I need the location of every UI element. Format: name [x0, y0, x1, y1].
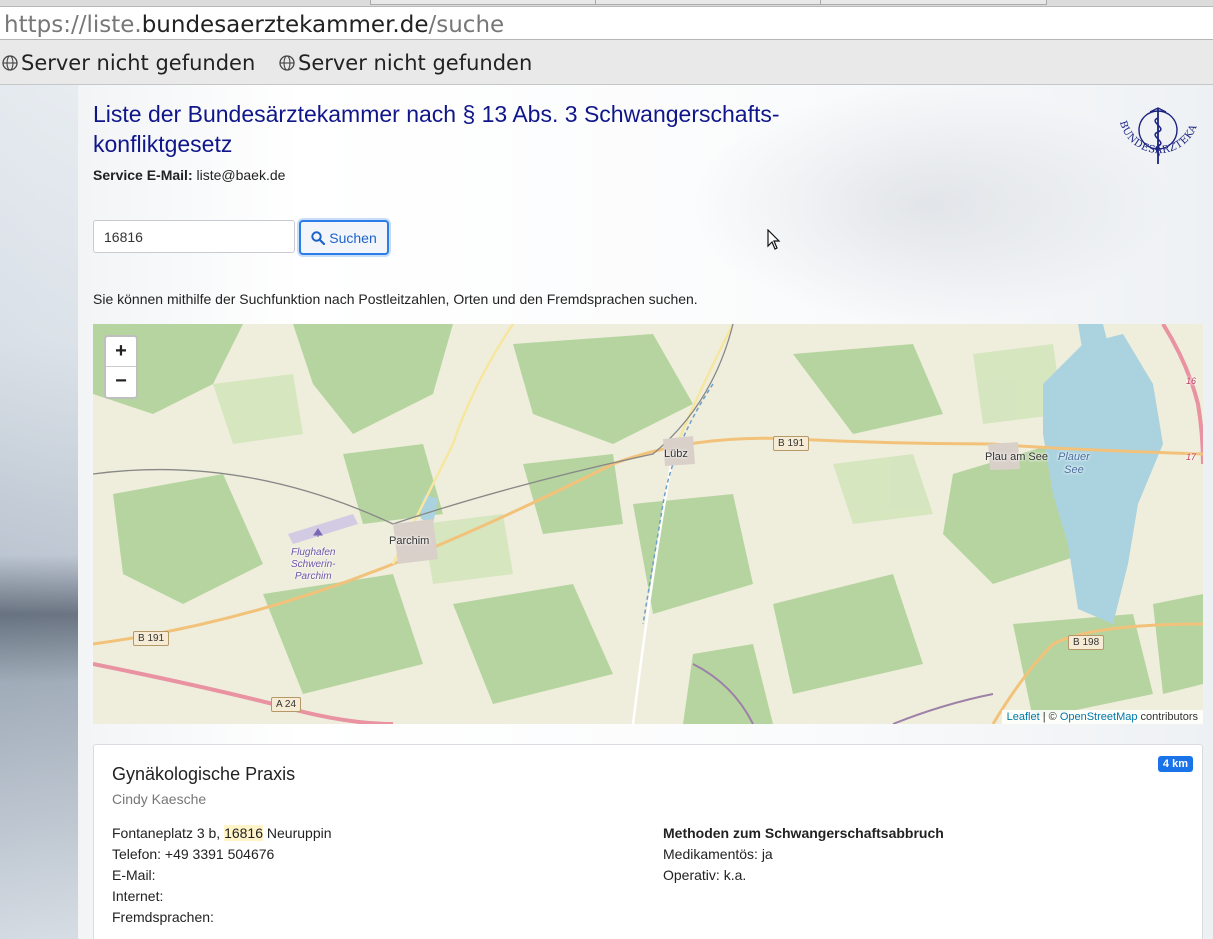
phone: Telefon: +49 3391 504676 [112, 846, 275, 862]
bookmark-label: Server nicht gefunden [21, 51, 256, 75]
airport-name-3: Parchim [294, 571, 332, 582]
road-shield: B 191 [773, 436, 810, 451]
result-card: 4 km Gynäkologische Praxis Cindy Kaesche… [93, 744, 1203, 939]
bookmark-item[interactable]: Server nicht gefunden [2, 51, 255, 75]
globe-icon [2, 55, 18, 71]
address-city: Neuruppin [263, 825, 332, 841]
distance-badge: 4 km [1157, 756, 1193, 772]
lake-name-2: See [1064, 464, 1084, 476]
road-shield: B 191 [133, 631, 170, 646]
page-title: Liste der Bundesärztekammer nach § 13 Ab… [93, 101, 780, 157]
map-label-lake: Plauer See [1058, 451, 1090, 477]
search-hint: Sie können mithilfe der Suchfunktion nac… [93, 291, 698, 307]
url-text[interactable]: https://liste.bundesaerztekammer.de/such… [4, 12, 504, 38]
search-button[interactable]: Suchen [299, 220, 389, 255]
email-label: E-Mail: [112, 867, 156, 883]
search-icon [311, 230, 326, 245]
method-surgical: Operativ: k.a. [663, 867, 747, 883]
methods-title: Methoden zum Schwangerschaftsabbruch [663, 825, 944, 841]
road-shield: B 198 [1068, 635, 1105, 650]
mouse-cursor-icon [767, 229, 781, 250]
road-exit-label: 16 [1186, 376, 1197, 386]
search-input[interactable] [93, 220, 295, 253]
attribution-separator: | © [1039, 711, 1060, 723]
languages-label: Fremdsprachen: [112, 909, 214, 925]
bookmarks-bar: Server nicht gefunden Server nicht gefun… [0, 40, 1213, 85]
browser-tab[interactable] [370, 0, 597, 5]
address-street: Fontaneplatz 3 b, [112, 825, 225, 841]
osm-link[interactable]: OpenStreetMap [1060, 711, 1138, 723]
tab-strip [0, 0, 1213, 7]
service-email: Service E-Mail: liste@baek.de [93, 167, 285, 183]
leaflet-link[interactable]: Leaflet [1007, 711, 1040, 723]
airport-name-2: Schwerin- [291, 559, 336, 570]
method-medical: Medikamentös: ja [663, 846, 773, 862]
globe-icon [279, 55, 295, 71]
lake-name-1: Plauer [1058, 451, 1090, 463]
road-exit-label: 17 [1186, 452, 1197, 462]
map-attribution: Leaflet | © OpenStreetMap contributors [1001, 710, 1203, 724]
address: Fontaneplatz 3 b, 16816 Neuruppin [112, 823, 332, 844]
search-button-label: Suchen [329, 229, 377, 246]
bookmark-label: Server nicht gefunden [298, 51, 533, 75]
internet-label: Internet: [112, 888, 164, 904]
baek-logo: BUNDESÄRZTEKAMMER [1112, 104, 1199, 164]
zoom-out-button[interactable]: − [106, 367, 136, 396]
attribution-suffix: contributors [1137, 711, 1198, 723]
browser-tab[interactable] [595, 0, 822, 5]
map-label-parchim: Parchim [389, 535, 430, 547]
map-label-airport: Flughafen Schwerin- Parchim [291, 547, 335, 583]
contact-column: Fontaneplatz 3 b, 16816 Neuruppin Telefo… [112, 823, 332, 928]
methods-column: Methoden zum Schwangerschaftsabbruch Med… [663, 823, 944, 886]
doctor-name: Cindy Kaesche [112, 791, 207, 807]
bookmark-item[interactable]: Server nicht gefunden [279, 51, 532, 75]
address-bar[interactable]: https://liste.bundesaerztekammer.de/such… [0, 7, 1213, 40]
address-zip: 16816 [224, 825, 264, 841]
airport-name-1: Flughafen [291, 547, 336, 558]
road-shield: A 24 [271, 697, 302, 712]
page-content: Liste der Bundesärztekammer nach § 13 Ab… [0, 85, 1213, 939]
map-tiles[interactable] [93, 324, 1203, 724]
zoom-in-button[interactable]: + [106, 337, 136, 367]
map-label-plau: Plau am See [985, 451, 1048, 463]
practice-name: Gynäkologische Praxis [112, 764, 296, 784]
browser-tab[interactable] [820, 0, 1047, 5]
map-label-luebz: Lübz [664, 448, 688, 460]
background-image [0, 85, 78, 939]
service-email-label: Service E-Mail: [93, 167, 193, 183]
zoom-control: + − [104, 335, 138, 399]
map[interactable]: Lübz Plau am See Parchim Plauer See Flugh… [93, 324, 1203, 724]
service-email-value: liste@baek.de [196, 167, 286, 183]
